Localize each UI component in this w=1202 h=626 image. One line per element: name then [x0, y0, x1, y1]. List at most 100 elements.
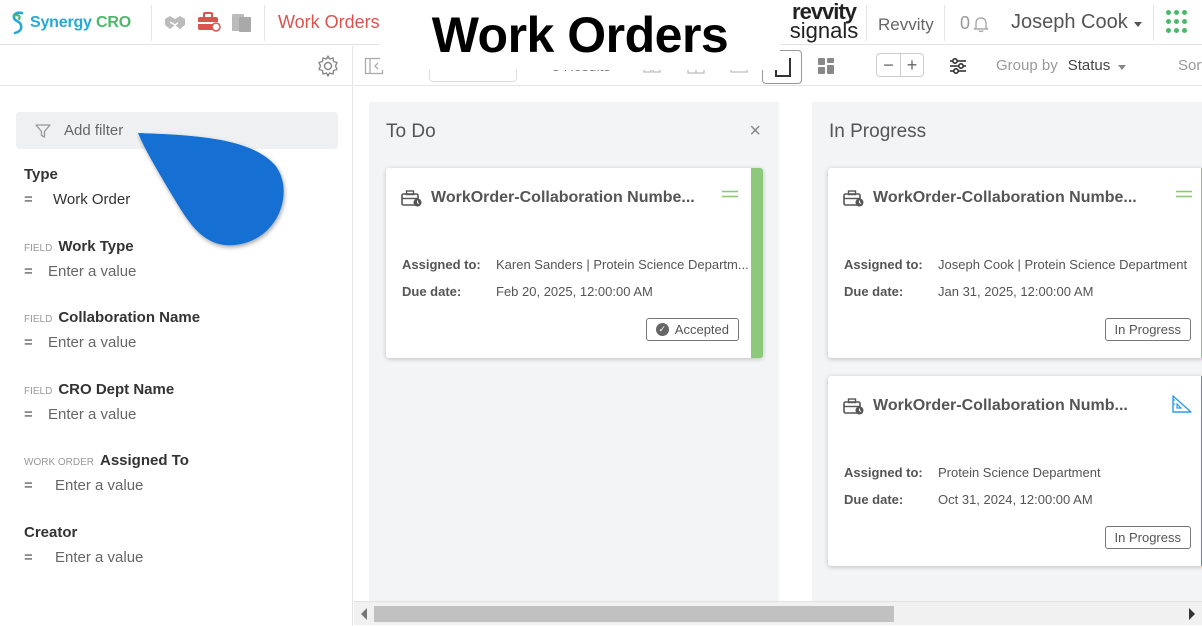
work-order-card[interactable]: WorkOrder-Collaboration Numbe... Assigne… [828, 168, 1202, 358]
filter-value[interactable]: = Enter a value [24, 477, 189, 494]
scroll-left-icon[interactable] [361, 608, 367, 620]
filter-name: Collaboration Name [58, 309, 201, 326]
filter-value-text: Enter a value [55, 549, 144, 566]
divider [944, 5, 945, 41]
user-menu[interactable]: Joseph Cook [1011, 11, 1142, 34]
filter-operator: = [24, 334, 33, 351]
notification-count: 0 [960, 13, 971, 33]
filter-name: Creator [24, 524, 78, 541]
drag-handle-icon[interactable] [1175, 190, 1193, 198]
zoom-controls: − + [876, 53, 924, 77]
filter-value[interactable]: = Enter a value [24, 549, 143, 566]
zoom-in-button[interactable]: + [900, 53, 924, 77]
filter-icon [35, 123, 51, 138]
chevron-down-icon [1133, 21, 1142, 27]
clipboard-icon[interactable] [230, 11, 254, 33]
scrollbar-thumb[interactable] [374, 606, 894, 622]
due-value: Oct 31, 2024, 12:00:00 AM [938, 492, 1093, 507]
apps-grid-icon[interactable] [1166, 10, 1190, 34]
kanban-icon[interactable] [816, 56, 836, 76]
due-row: Due date: Feb 20, 2025, 12:00:00 AM [402, 284, 653, 299]
assigned-value: Joseph Cook | Protein Science Department [938, 257, 1188, 272]
status-text: Accepted [674, 322, 729, 337]
user-name: Joseph Cook [1011, 11, 1128, 33]
assigned-label: Assigned to: [844, 257, 923, 272]
handshake-icon[interactable] [163, 11, 187, 33]
column-title: To Do [386, 121, 436, 142]
filter-value[interactable]: = Enter a value [24, 406, 174, 423]
filter-assigned-to: WORK ORDER Assigned To = Enter a value [24, 452, 189, 494]
bell-icon [973, 16, 989, 32]
group-by-select[interactable]: Status [1068, 57, 1127, 74]
tab-work-orders[interactable]: Work Orders [278, 12, 380, 33]
close-icon[interactable]: × [749, 120, 761, 143]
filter-operator: = [24, 549, 33, 566]
filter-value[interactable]: = Enter a value [24, 334, 200, 351]
add-filter-label: Add filter [64, 122, 124, 139]
card-title[interactable]: WorkOrder-Collaboration Numbe... [873, 189, 1137, 207]
divider [866, 5, 867, 41]
filter-operator: = [24, 406, 33, 423]
column-in-progress: In Progress × WorkOrder-Collaboration Nu… [812, 102, 1202, 601]
filter-operator: = [24, 477, 33, 494]
scroll-right-icon[interactable] [1189, 608, 1195, 620]
assigned-value: Protein Science Department [938, 465, 1101, 480]
work-order-icon [401, 190, 422, 207]
gear-icon[interactable] [316, 54, 340, 78]
status-text: In Progress [1114, 322, 1181, 337]
logo-mark-icon [12, 11, 24, 35]
due-label: Due date: [402, 284, 462, 299]
filter-collaboration-name: FIELD Collaboration Name = Enter a value [24, 309, 200, 351]
work-order-card[interactable]: WorkOrder-Collaboration Numbe... Assigne… [386, 168, 763, 358]
filter-creator: Creator = Enter a value [24, 524, 143, 566]
group-by-value: Status [1067, 57, 1111, 74]
status-badge: In Progress [1104, 526, 1191, 549]
card-title[interactable]: WorkOrder-Collaboration Numbe... [431, 189, 695, 207]
drag-handle-icon[interactable] [721, 190, 739, 198]
filter-value[interactable]: = Work Order [24, 191, 130, 208]
work-order-card[interactable]: WorkOrder-Collaboration Numb... Assigned… [828, 376, 1202, 566]
filter-scope: FIELD [24, 386, 53, 397]
page-title: Work Orders [380, 0, 780, 70]
assigned-label: Assigned to: [402, 257, 481, 272]
divider [1153, 5, 1154, 41]
filter-value-text: Enter a value [55, 477, 144, 494]
assigned-row: Assigned to: Protein Science Department [844, 465, 1101, 480]
assigned-row: Assigned to: Joseph Cook | Protein Scien… [844, 257, 1187, 272]
check-circle-icon: ✓ [655, 323, 669, 336]
toolbox-icon[interactable] [197, 11, 221, 33]
brand-line2: signals [789, 18, 859, 43]
filter-type: Type = Work Order [24, 166, 130, 208]
chevron-down-icon [1118, 64, 1127, 70]
filter-value-text: Enter a value [48, 334, 137, 351]
notifications-button[interactable]: 0 [960, 13, 990, 34]
sort-control[interactable]: Sort [1178, 57, 1202, 74]
logo-main-text: Synergy [30, 14, 92, 31]
filter-cro-dept-name: FIELD CRO Dept Name = Enter a value [24, 381, 174, 423]
group-by-control: Group by Status [996, 57, 1127, 74]
callout-pointer [138, 133, 284, 246]
divider [264, 5, 265, 41]
due-label: Due date: [844, 284, 904, 299]
filter-scope: WORK ORDER [24, 457, 94, 468]
filter-scope: FIELD [24, 243, 53, 254]
filter-value-text: Enter a value [48, 263, 137, 280]
status-badge: ✓ Accepted [645, 318, 739, 341]
due-row: Due date: Oct 31, 2024, 12:00:00 AM [844, 492, 1093, 507]
sliders-icon[interactable] [948, 56, 968, 76]
card-title[interactable]: WorkOrder-Collaboration Numb... [873, 397, 1128, 415]
filter-name: Assigned To [100, 452, 189, 469]
column-title: In Progress [829, 121, 927, 142]
due-label: Due date: [844, 492, 904, 507]
org-name[interactable]: Revvity [878, 15, 934, 35]
filter-name: Type [24, 166, 58, 183]
divider [151, 5, 152, 41]
horizontal-scrollbar[interactable] [354, 601, 1202, 625]
column-to-do: To Do × WorkOrder-Collaboration Numbe...… [369, 102, 779, 601]
filter-operator: = [24, 191, 33, 208]
filter-value[interactable]: = Enter a value [24, 263, 136, 280]
app-logo[interactable]: Synergy CRO [9, 9, 131, 37]
ruler-icon[interactable] [1171, 394, 1193, 414]
zoom-out-button[interactable]: − [876, 53, 900, 77]
card-status-stripe [751, 168, 763, 358]
